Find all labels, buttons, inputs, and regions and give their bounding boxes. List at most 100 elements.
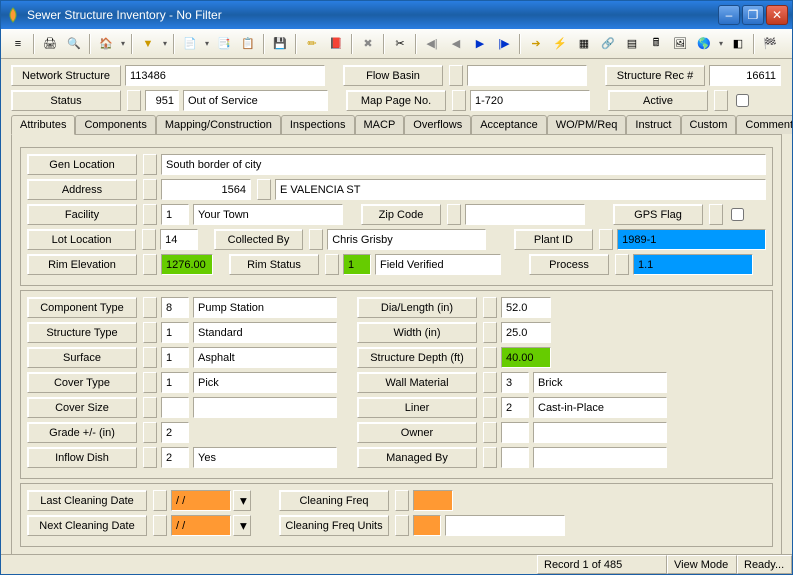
- tab-wopm[interactable]: WO/PM/Req: [547, 115, 627, 134]
- zip-field[interactable]: [465, 204, 585, 225]
- search-icon[interactable]: 🔍: [63, 33, 85, 55]
- next-cleaning-field[interactable]: / /: [171, 515, 231, 536]
- wall-code-field[interactable]: 3: [501, 372, 529, 393]
- tab-inspections[interactable]: Inspections: [281, 115, 355, 134]
- tab-components[interactable]: Components: [75, 115, 155, 134]
- dia-lookup-button[interactable]: [483, 297, 497, 318]
- structure-type-lookup-button[interactable]: [143, 322, 157, 343]
- tab-acceptance[interactable]: Acceptance: [471, 115, 546, 134]
- grade-field[interactable]: 2: [161, 422, 189, 443]
- surface-code-field[interactable]: 1: [161, 347, 189, 368]
- owner-code-field[interactable]: [501, 422, 529, 443]
- depth-lookup-button[interactable]: [483, 347, 497, 368]
- collected-field[interactable]: Chris Grisby: [327, 229, 486, 250]
- globe-icon[interactable]: 🌎: [693, 33, 715, 55]
- globe-dropdown-icon[interactable]: ▾: [717, 39, 725, 48]
- structure-type-code-field[interactable]: 1: [161, 322, 189, 343]
- status-lookup-button[interactable]: [127, 90, 141, 111]
- managed-lookup-button[interactable]: [483, 447, 497, 468]
- map-page-field[interactable]: 1-720: [470, 90, 590, 111]
- edit-icon[interactable]: ✏: [301, 33, 323, 55]
- tab-macp[interactable]: MACP: [355, 115, 405, 134]
- flow-basin-lookup-button[interactable]: [449, 65, 463, 86]
- last-cleaning-lookup-button[interactable]: [153, 490, 167, 511]
- nav-prev-icon[interactable]: ◀: [445, 33, 467, 55]
- address-street-lookup-button[interactable]: [257, 179, 271, 200]
- component-type-code-field[interactable]: 8: [161, 297, 189, 318]
- cover-size-code-field[interactable]: [161, 397, 189, 418]
- active-checkbox[interactable]: [736, 94, 749, 107]
- width-field[interactable]: 25.0: [501, 322, 551, 343]
- flag-icon[interactable]: 🏁: [759, 33, 781, 55]
- tab-mapping[interactable]: Mapping/Construction: [156, 115, 281, 134]
- cleaning-units-code-field[interactable]: [413, 515, 441, 536]
- process-lookup-button[interactable]: [615, 254, 629, 275]
- managed-code-field[interactable]: [501, 447, 529, 468]
- cleaning-units-lookup-button[interactable]: [395, 515, 409, 536]
- cut-icon[interactable]: ✂: [389, 33, 411, 55]
- next-cleaning-dropdown-button[interactable]: ▾: [233, 515, 251, 536]
- rim-status-lookup-button[interactable]: [325, 254, 339, 275]
- eraser-icon[interactable]: ◧: [727, 33, 749, 55]
- nav-next-icon[interactable]: ▶: [469, 33, 491, 55]
- calc-icon[interactable]: 🖩: [645, 33, 667, 55]
- address-lookup-button[interactable]: [143, 179, 157, 200]
- last-cleaning-field[interactable]: / /: [171, 490, 231, 511]
- tab-custom[interactable]: Custom: [681, 115, 737, 134]
- save-icon[interactable]: 💾: [269, 33, 291, 55]
- owner-lookup-button[interactable]: [483, 422, 497, 443]
- tab-overflows[interactable]: Overflows: [404, 115, 471, 134]
- grid-icon[interactable]: ▦: [573, 33, 595, 55]
- collected-lookup-button[interactable]: [309, 229, 323, 250]
- maximize-button[interactable]: ❐: [742, 5, 764, 25]
- component-type-lookup-button[interactable]: [143, 297, 157, 318]
- tab-attributes[interactable]: Attributes: [11, 115, 75, 135]
- facility-code-field[interactable]: 1: [161, 204, 189, 225]
- wall-lookup-button[interactable]: [483, 372, 497, 393]
- facility-lookup-button[interactable]: [143, 204, 157, 225]
- status-code-field[interactable]: 951: [145, 90, 179, 111]
- copy-icon[interactable]: 📑: [213, 33, 235, 55]
- width-lookup-button[interactable]: [483, 322, 497, 343]
- new-doc-icon[interactable]: 📄: [179, 33, 201, 55]
- flow-basin-field[interactable]: [467, 65, 587, 86]
- home-dropdown-icon[interactable]: ▾: [119, 39, 127, 48]
- newdoc-dropdown-icon[interactable]: ▾: [203, 39, 211, 48]
- home-icon[interactable]: 🏠: [95, 33, 117, 55]
- filter-dropdown-icon[interactable]: ▾: [161, 39, 169, 48]
- lot-field[interactable]: 14: [160, 229, 198, 250]
- print-icon[interactable]: 🖨: [39, 33, 61, 55]
- gen-location-field[interactable]: South border of city: [161, 154, 766, 175]
- rim-elev-lookup-button[interactable]: [143, 254, 157, 275]
- active-lookup-button[interactable]: [714, 90, 728, 111]
- liner-code-field[interactable]: 2: [501, 397, 529, 418]
- filter-icon[interactable]: ▼: [137, 33, 159, 55]
- delete-icon[interactable]: ✖: [357, 33, 379, 55]
- grade-lookup-button[interactable]: [143, 422, 157, 443]
- surface-lookup-button[interactable]: [143, 347, 157, 368]
- inflow-code-field[interactable]: 2: [161, 447, 189, 468]
- depth-field[interactable]: 40.00: [501, 347, 551, 368]
- plant-field[interactable]: 1989-1: [617, 229, 766, 250]
- rim-status-code-field[interactable]: 1: [343, 254, 371, 275]
- network-structure-field[interactable]: 113486: [125, 65, 325, 86]
- image-icon[interactable]: 🖼: [669, 33, 691, 55]
- paste-icon[interactable]: 📋: [237, 33, 259, 55]
- tab-instruct[interactable]: Instruct: [626, 115, 680, 134]
- close-button[interactable]: ✕: [766, 5, 788, 25]
- rim-elev-field[interactable]: 1276.00: [161, 254, 213, 275]
- cleaning-freq-field[interactable]: [413, 490, 453, 511]
- cover-type-code-field[interactable]: 1: [161, 372, 189, 393]
- layers-icon[interactable]: ▤: [621, 33, 643, 55]
- next-cleaning-lookup-button[interactable]: [153, 515, 167, 536]
- dia-field[interactable]: 52.0: [501, 297, 551, 318]
- liner-lookup-button[interactable]: [483, 397, 497, 418]
- tab-comments[interactable]: Comments: [736, 115, 792, 134]
- process-field[interactable]: 1.1: [633, 254, 753, 275]
- lot-lookup-button[interactable]: [142, 229, 156, 250]
- cover-type-lookup-button[interactable]: [143, 372, 157, 393]
- cleaning-freq-lookup-button[interactable]: [395, 490, 409, 511]
- gps-lookup-button[interactable]: [709, 204, 723, 225]
- link-icon[interactable]: 🔗: [597, 33, 619, 55]
- bolt-icon[interactable]: ⚡: [549, 33, 571, 55]
